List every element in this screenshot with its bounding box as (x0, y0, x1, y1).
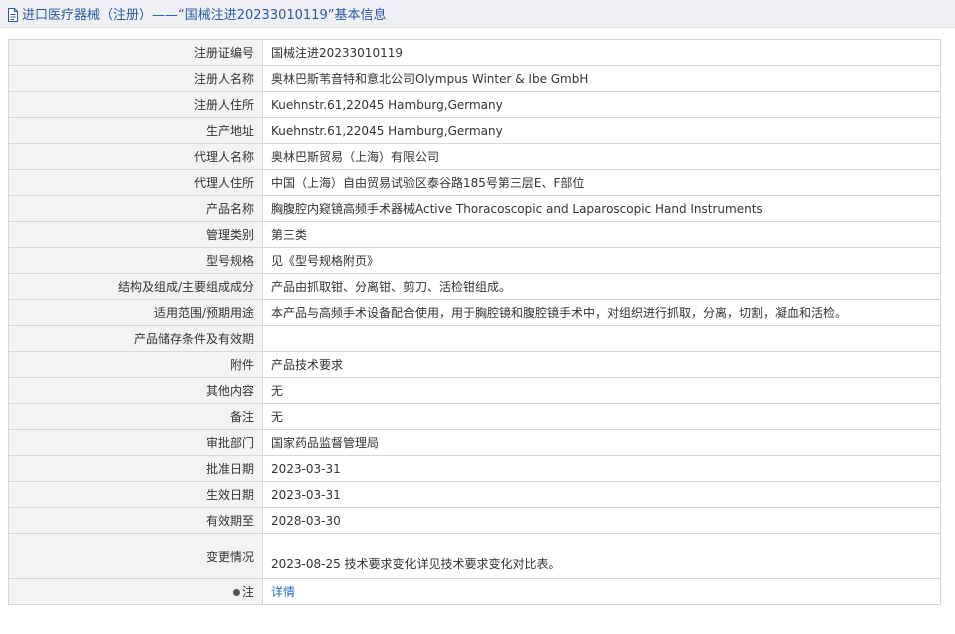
row-value: 国家药品监督管理局 (262, 429, 941, 456)
table-row: 生效日期 2023-03-31 (8, 481, 941, 508)
table-row: 注册证编号 国械注进20233010119 (8, 39, 941, 66)
table-row: 产品储存条件及有效期 (8, 325, 941, 352)
row-value: 无 (262, 403, 941, 430)
table-row: 注册人名称 奥林巴斯苇音特和意北公司Olympus Winter & Ibe Gm… (8, 65, 941, 92)
table-row: 产品名称 胸腹腔内窥镜高频手术器械Active Thoracoscopic and… (8, 195, 941, 222)
row-value: 国械注进20233010119 (262, 39, 941, 66)
row-label: 附件 (8, 351, 263, 378)
row-value: 奥林巴斯贸易（上海）有限公司 (262, 143, 941, 170)
table-row: 管理类别 第三类 (8, 221, 941, 248)
row-label: 生产地址 (8, 117, 263, 144)
row-value: 奥林巴斯苇音特和意北公司Olympus Winter & Ibe GmbH (262, 65, 941, 92)
row-value: 2023-03-31 (262, 481, 941, 508)
row-value: Kuehnstr.61,22045 Hamburg,Germany (262, 91, 941, 118)
row-value: 2023-03-31 (262, 455, 941, 482)
table-row-note: 注 详情 (8, 578, 941, 605)
table-row: 结构及组成/主要组成成分 产品由抓取钳、分离钳、剪刀、活检钳组成。 (8, 273, 941, 300)
row-label: 注册人名称 (8, 65, 263, 92)
row-label: 备注 (8, 403, 263, 430)
table-row: 变更情况 2023-08-25 技术要求变化详见技术要求变化对比表。 (8, 533, 941, 579)
row-value: 无 (262, 377, 941, 404)
table-row: 附件 产品技术要求 (8, 351, 941, 378)
note-label-cell: 注 (8, 578, 263, 605)
title-bar: 进口医疗器械（注册）——“国械注进20233010119”基本信息 (0, 0, 955, 28)
row-label: 有效期至 (8, 507, 263, 534)
row-label: 代理人名称 (8, 143, 263, 170)
note-label: 注 (241, 585, 254, 599)
note-value-cell: 详情 (262, 578, 941, 605)
table-row: 审批部门 国家药品监督管理局 (8, 429, 941, 456)
bullet-icon (232, 589, 240, 596)
table-row: 代理人名称 奥林巴斯贸易（上海）有限公司 (8, 143, 941, 170)
row-label: 变更情况 (8, 533, 263, 579)
row-label: 产品储存条件及有效期 (8, 325, 263, 352)
table-row: 代理人住所 中国（上海）自由贸易试验区泰谷路185号第三层E、F部位 (8, 169, 941, 196)
row-label: 代理人住所 (8, 169, 263, 196)
row-value (262, 325, 941, 352)
row-value: Kuehnstr.61,22045 Hamburg,Germany (262, 117, 941, 144)
table-row: 型号规格 见《型号规格附页》 (8, 247, 941, 274)
row-label: 产品名称 (8, 195, 263, 222)
row-value: 2023-08-25 技术要求变化详见技术要求变化对比表。 (262, 533, 941, 579)
row-label: 其他内容 (8, 377, 263, 404)
document-icon (7, 7, 19, 22)
row-label: 生效日期 (8, 481, 263, 508)
table-row: 注册人住所 Kuehnstr.61,22045 Hamburg,Germany (8, 91, 941, 118)
row-label: 注册证编号 (8, 39, 263, 66)
row-value: 胸腹腔内窥镜高频手术器械Active Thoracoscopic and Lap… (262, 195, 941, 222)
row-value: 中国（上海）自由贸易试验区泰谷路185号第三层E、F部位 (262, 169, 941, 196)
page: 进口医疗器械（注册）——“国械注进20233010119”基本信息 注册证编号国… (0, 0, 955, 634)
page-title: 进口医疗器械（注册）——“国械注进20233010119”基本信息 (22, 8, 387, 23)
row-label: 适用范围/预期用途 (8, 299, 263, 326)
info-table-body: 注册证编号 国械注进20233010119 注册人名称 奥林巴斯苇音特和意北公司Ol… (8, 39, 941, 605)
row-label: 型号规格 (8, 247, 263, 274)
table-row: 批准日期 2023-03-31 (8, 455, 941, 482)
row-value: 产品由抓取钳、分离钳、剪刀、活检钳组成。 (262, 273, 941, 300)
info-table: 注册证编号 国械注进20233010119 注册人名称 奥林巴斯苇音特和意北公司Ol… (8, 39, 941, 605)
row-value: 本产品与高频手术设备配合使用，用于胸腔镜和腹腔镜手术中，对组织进行抓取，分离，切… (262, 299, 941, 326)
row-value: 2028-03-30 (262, 507, 941, 534)
row-label: 注册人住所 (8, 91, 263, 118)
detail-link[interactable]: 详情 (271, 585, 295, 599)
row-value: 第三类 (262, 221, 941, 248)
row-label: 结构及组成/主要组成成分 (8, 273, 263, 300)
row-value: 产品技术要求 (262, 351, 941, 378)
table-row: 备注无 (8, 403, 941, 430)
table-row: 其他内容无 (8, 377, 941, 404)
row-label: 审批部门 (8, 429, 263, 456)
row-label: 批准日期 (8, 455, 263, 482)
table-row: 有效期至 2028-03-30 (8, 507, 941, 534)
table-row: 生产地址 Kuehnstr.61,22045 Hamburg,Germany (8, 117, 941, 144)
row-value: 见《型号规格附页》 (262, 247, 941, 274)
table-row: 适用范围/预期用途 本产品与高频手术设备配合使用，用于胸腔镜和腹腔镜手术中，对组织… (8, 299, 941, 326)
row-label: 管理类别 (8, 221, 263, 248)
